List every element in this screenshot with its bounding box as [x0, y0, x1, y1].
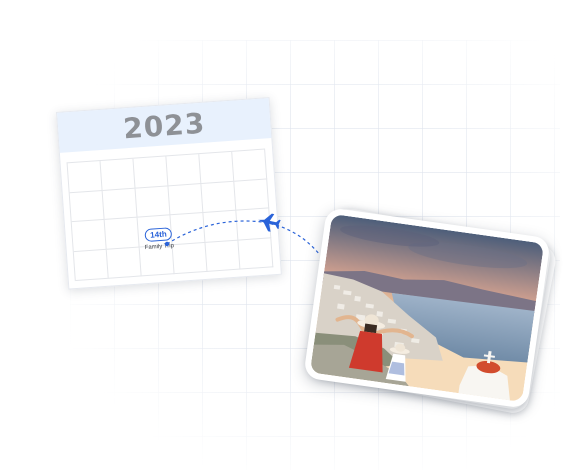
photo-stack	[0, 0, 576, 471]
photo-card[interactable]	[303, 207, 551, 409]
photo-mykonos	[309, 213, 545, 403]
